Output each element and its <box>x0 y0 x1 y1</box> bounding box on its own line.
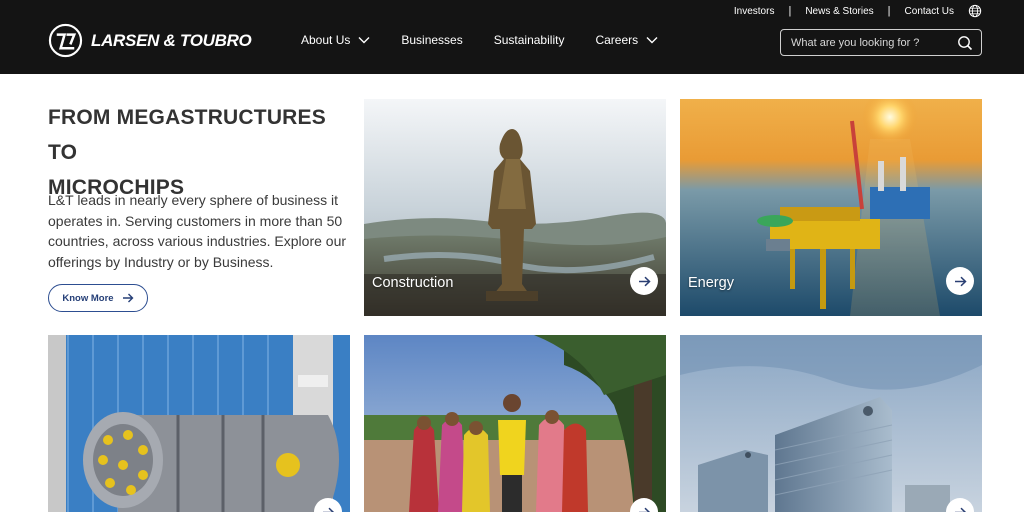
site-header: LARSEN & TOUBRO Investors | News & Stori… <box>0 0 1024 74</box>
brand-name: LARSEN & TOUBRO <box>91 30 252 50</box>
arrow-right-icon <box>122 293 134 303</box>
card-label: Construction <box>372 275 454 291</box>
separator: | <box>887 5 891 17</box>
nav-label: Sustainability <box>493 33 565 47</box>
nav-label: Careers <box>595 33 639 47</box>
logo-icon <box>48 23 83 58</box>
card-label: Energy <box>688 275 734 291</box>
nav-businesses[interactable]: Businesses <box>401 33 462 47</box>
arrow-right-icon <box>638 276 651 286</box>
nav-careers[interactable]: Careers <box>595 33 658 47</box>
card-energy[interactable]: Energy <box>680 99 982 316</box>
link-investors[interactable]: Investors <box>734 6 775 17</box>
chevron-down-icon <box>358 37 370 44</box>
globe-icon[interactable] <box>968 4 982 18</box>
arrow-right-icon <box>638 507 651 512</box>
link-contact-us[interactable]: Contact Us <box>905 6 954 17</box>
intro-paragraph: L&T leads in nearly every sphere of busi… <box>48 192 347 270</box>
heavy-engineering-image <box>48 335 350 512</box>
arrow-right-icon <box>954 507 967 512</box>
card-realty[interactable] <box>680 335 982 512</box>
search-box <box>780 29 982 56</box>
button-label: Know More <box>62 292 114 304</box>
nav-label: Businesses <box>401 33 463 47</box>
card-arrow-button[interactable] <box>946 267 974 295</box>
utility-links: Investors | News & Stories | Contact Us <box>734 3 982 19</box>
link-news-stories[interactable]: News & Stories <box>805 6 873 17</box>
search-icon[interactable] <box>957 35 973 51</box>
title-line: FROM MEGASTRUCTURES TO <box>48 106 326 164</box>
chevron-down-icon <box>646 37 658 44</box>
nav-label: About Us <box>301 33 351 47</box>
brand-logo[interactable]: LARSEN & TOUBRO <box>48 23 252 58</box>
arrow-right-icon <box>954 276 967 286</box>
arrow-right-icon <box>322 507 335 512</box>
separator: | <box>788 5 792 17</box>
card-arrow-button[interactable] <box>630 267 658 295</box>
card-heavy-engineering[interactable] <box>48 335 350 512</box>
search-input[interactable] <box>791 36 951 49</box>
nav-sustainability[interactable]: Sustainability <box>494 33 565 47</box>
card-construction[interactable]: Construction <box>364 99 666 316</box>
main-nav: About Us Businesses Sustainability Caree… <box>301 33 689 47</box>
community-image <box>364 335 666 512</box>
know-more-button[interactable]: Know More <box>48 284 148 312</box>
nav-about-us[interactable]: About Us <box>301 33 370 47</box>
realty-image <box>680 335 982 512</box>
card-community[interactable] <box>364 335 666 512</box>
